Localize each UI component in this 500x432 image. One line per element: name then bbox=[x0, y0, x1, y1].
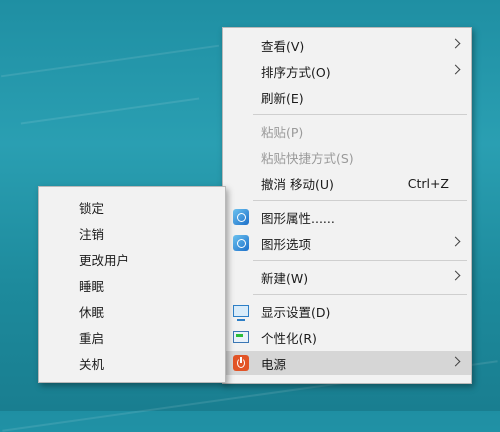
menu-item-undo-move[interactable]: 撤消 移动(U) Ctrl+Z bbox=[223, 171, 471, 195]
menu-separator bbox=[253, 114, 467, 115]
menu-separator bbox=[253, 294, 467, 295]
menu-item-label: 粘贴(P) bbox=[261, 124, 304, 140]
power-icon bbox=[233, 355, 249, 371]
power-submenu: 锁定 注销 更改用户 睡眠 休眠 重启 关机 bbox=[38, 186, 226, 383]
menu-item-label: 图形属性...... bbox=[261, 210, 335, 226]
menu-item-label: 粘贴快捷方式(S) bbox=[261, 150, 354, 166]
menu-item-label: 个性化(R) bbox=[261, 330, 317, 346]
personalize-icon bbox=[233, 331, 249, 343]
chevron-right-icon bbox=[450, 64, 461, 75]
menu-item-graphics-properties[interactable]: 图形属性...... bbox=[223, 205, 471, 229]
submenu-item-restart[interactable]: 重启 bbox=[39, 325, 225, 349]
menu-item-display-settings[interactable]: 显示设置(D) bbox=[223, 299, 471, 323]
menu-item-label: 图形选项 bbox=[261, 236, 312, 252]
menu-item-power[interactable]: 电源 bbox=[223, 351, 471, 375]
menu-item-personalize[interactable]: 个性化(R) bbox=[223, 325, 471, 349]
display-settings-icon bbox=[233, 305, 249, 321]
submenu-item-label: 注销 bbox=[79, 226, 105, 242]
menu-item-label: 显示设置(D) bbox=[261, 304, 331, 320]
menu-item-paste-shortcut[interactable]: 粘贴快捷方式(S) bbox=[223, 145, 471, 169]
menu-item-graphics-options[interactable]: 图形选项 bbox=[223, 231, 471, 255]
menu-item-label: 电源 bbox=[261, 356, 287, 372]
submenu-item-label: 重启 bbox=[79, 330, 105, 346]
submenu-item-switch-user[interactable]: 更改用户 bbox=[39, 247, 225, 271]
menu-separator bbox=[253, 200, 467, 201]
wallpaper-streak bbox=[20, 97, 200, 125]
menu-item-shortcut: Ctrl+Z bbox=[407, 175, 449, 191]
menu-item-sort-by[interactable]: 排序方式(O) bbox=[223, 59, 471, 83]
submenu-item-label: 锁定 bbox=[79, 200, 105, 216]
menu-item-label: 新建(W) bbox=[261, 270, 309, 286]
submenu-item-shut-down[interactable]: 关机 bbox=[39, 351, 225, 375]
wallpaper-streak bbox=[0, 44, 220, 78]
submenu-item-label: 休眠 bbox=[79, 304, 105, 320]
menu-item-label: 刷新(E) bbox=[261, 90, 304, 106]
submenu-item-label: 更改用户 bbox=[79, 252, 130, 268]
submenu-item-sleep[interactable]: 睡眠 bbox=[39, 273, 225, 297]
menu-item-new[interactable]: 新建(W) bbox=[223, 265, 471, 289]
menu-item-label: 查看(V) bbox=[261, 38, 305, 54]
menu-item-view[interactable]: 查看(V) bbox=[223, 33, 471, 57]
menu-item-paste[interactable]: 粘贴(P) bbox=[223, 119, 471, 143]
chevron-right-icon bbox=[450, 356, 461, 367]
submenu-item-label: 关机 bbox=[79, 356, 105, 372]
menu-item-label: 排序方式(O) bbox=[261, 64, 331, 80]
chevron-right-icon bbox=[450, 38, 461, 49]
submenu-item-lock[interactable]: 锁定 bbox=[39, 195, 225, 219]
graphics-options-icon bbox=[233, 235, 249, 251]
graphics-properties-icon bbox=[233, 209, 249, 225]
menu-item-label: 撤消 移动(U) bbox=[261, 176, 334, 192]
chevron-right-icon bbox=[450, 270, 461, 281]
menu-separator bbox=[253, 260, 467, 261]
submenu-item-hibernate[interactable]: 休眠 bbox=[39, 299, 225, 323]
chevron-right-icon bbox=[450, 236, 461, 247]
menu-item-refresh[interactable]: 刷新(E) bbox=[223, 85, 471, 109]
desktop-context-menu: 查看(V) 排序方式(O) 刷新(E) 粘贴(P) 粘贴快捷方式(S) 撤消 移… bbox=[222, 27, 472, 384]
submenu-item-label: 睡眠 bbox=[79, 278, 105, 294]
submenu-item-sign-out[interactable]: 注销 bbox=[39, 221, 225, 245]
